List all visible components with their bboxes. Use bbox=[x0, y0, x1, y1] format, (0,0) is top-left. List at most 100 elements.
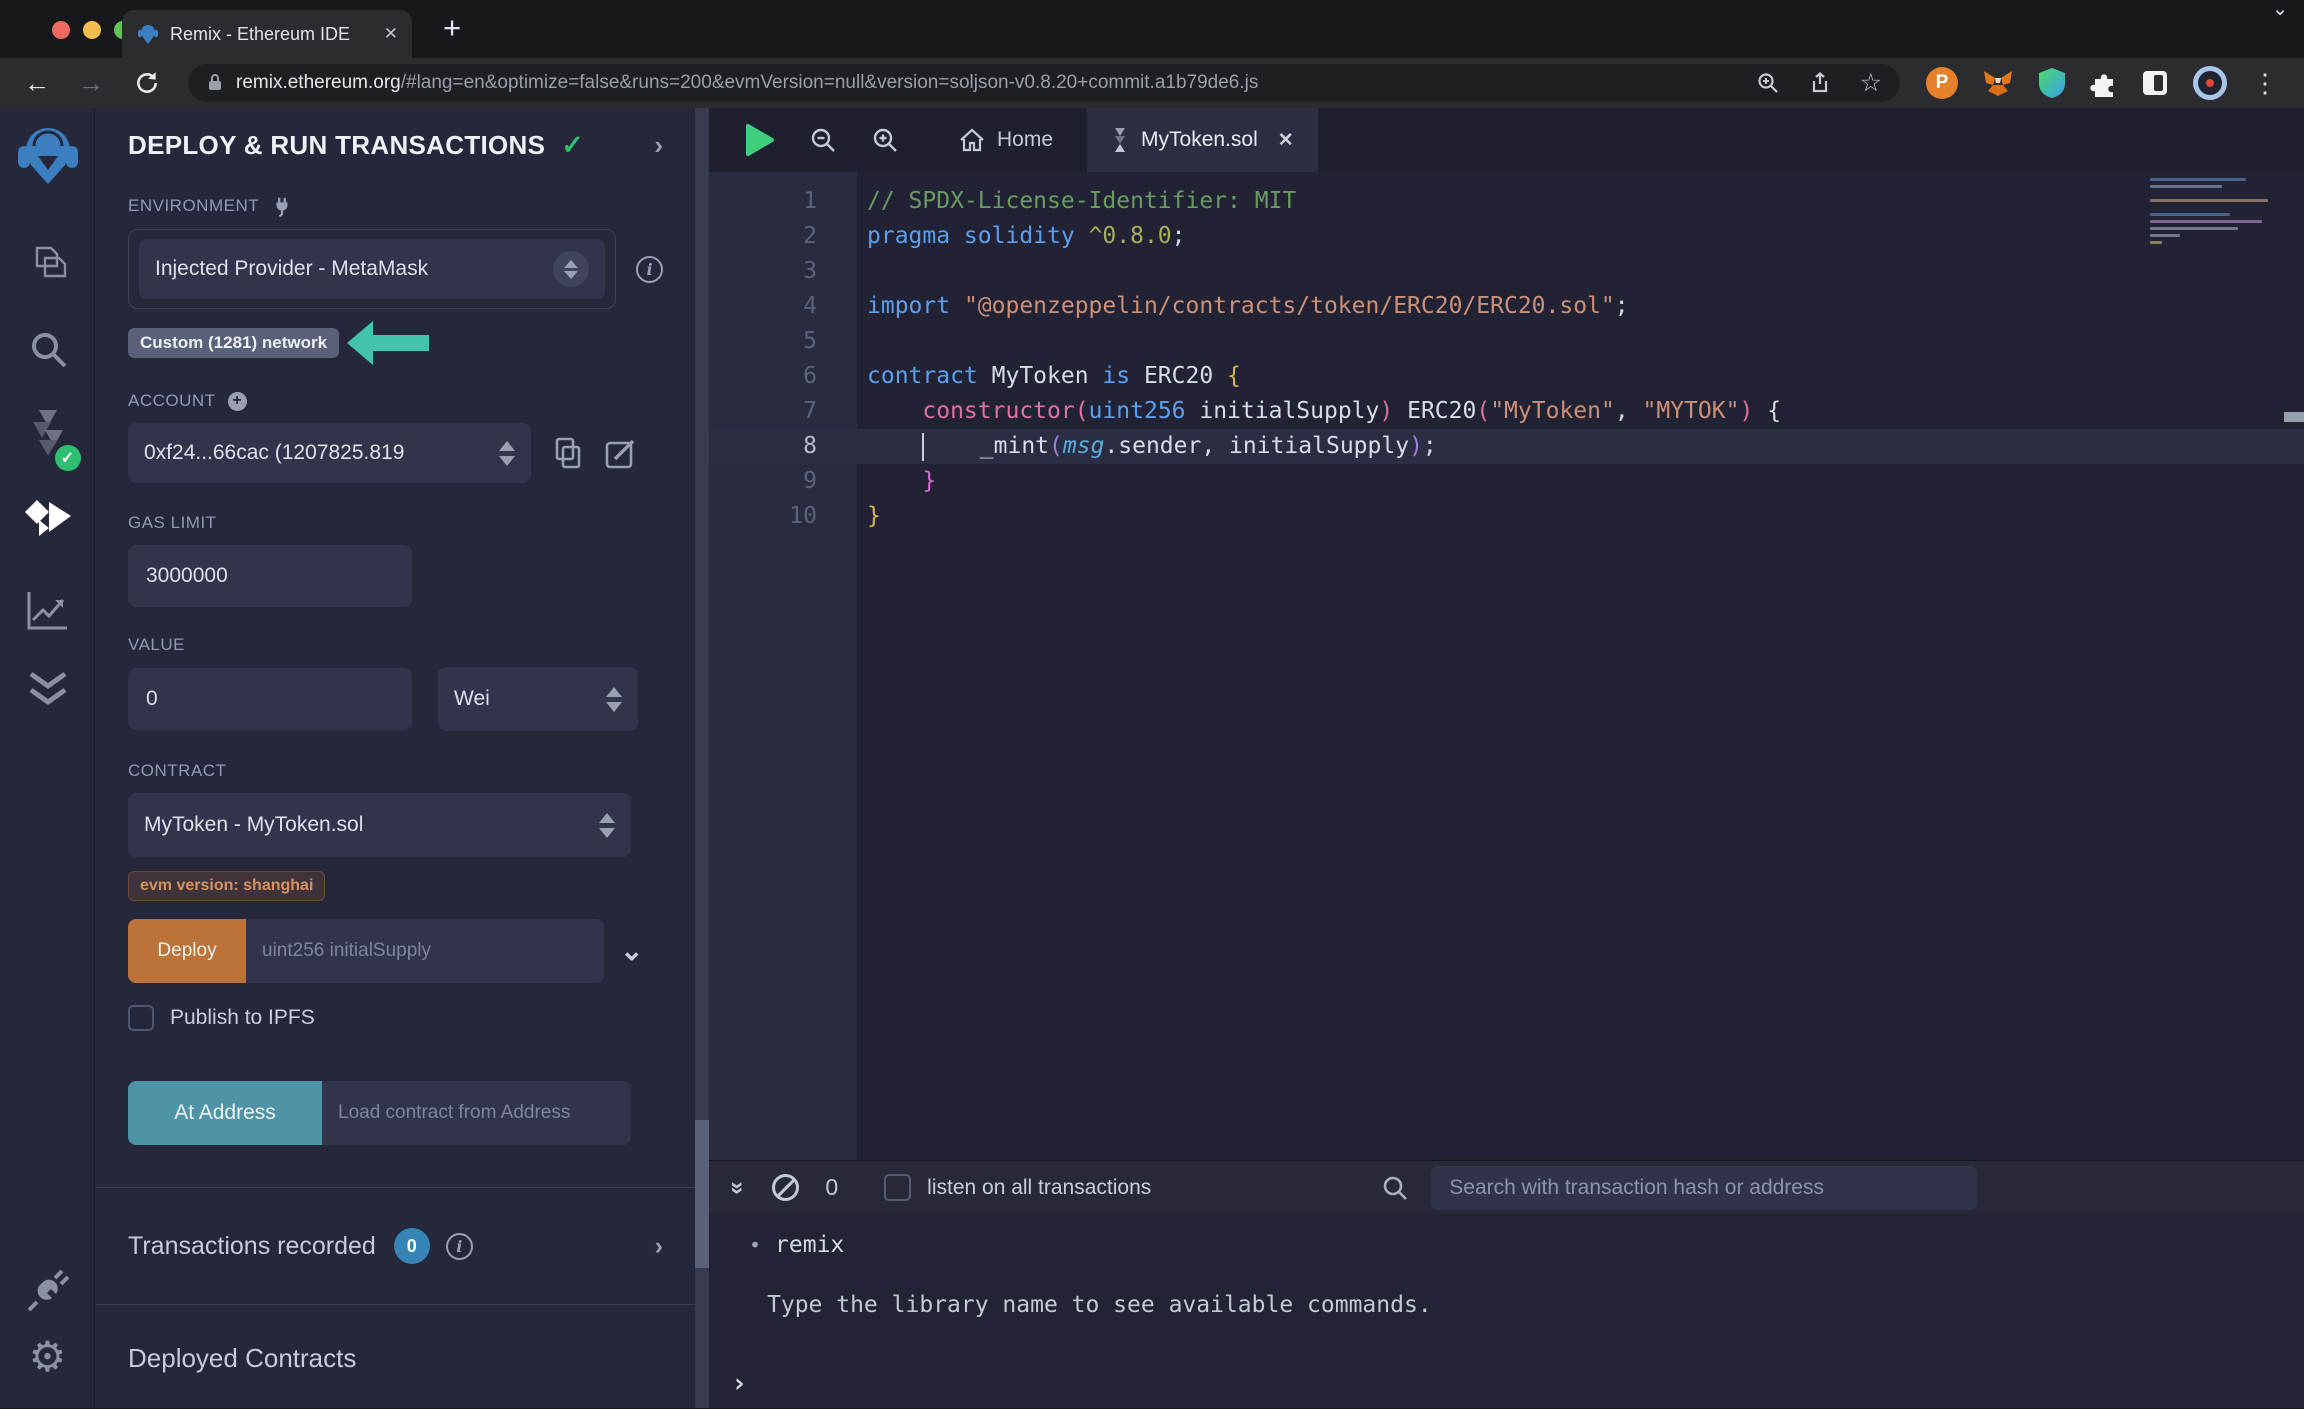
listen-transactions-label: listen on all transactions bbox=[927, 1175, 1152, 1199]
terminal-entry-label: remix bbox=[775, 1232, 845, 1258]
plug-icon bbox=[276, 197, 288, 217]
tab-home[interactable]: Home bbox=[935, 108, 1077, 172]
code-line[interactable]: 9 } bbox=[709, 464, 2304, 499]
back-button[interactable]: ← bbox=[24, 68, 50, 99]
reload-button[interactable] bbox=[134, 70, 160, 96]
sidebar-item-deploy-run[interactable] bbox=[0, 498, 95, 544]
extensions-strip: P ⋮ bbox=[1926, 65, 2278, 101]
panel-title: DEPLOY & RUN TRANSACTIONS bbox=[128, 130, 546, 160]
environment-select[interactable]: Injected Provider - MetaMask bbox=[139, 239, 605, 299]
code-line[interactable]: 6 contract MyToken is ERC20 { bbox=[709, 359, 2304, 394]
lock-icon bbox=[209, 74, 221, 90]
chevron-down-icon[interactable]: ⌄ bbox=[2272, 0, 2288, 21]
new-tab-button[interactable]: + bbox=[443, 10, 461, 46]
sidebar-item-solidity-compiler[interactable]: ✓ bbox=[0, 408, 95, 471]
icon-rail: ✓ ⚙ bbox=[0, 108, 95, 1408]
copy-account-icon[interactable] bbox=[553, 437, 583, 469]
window-controls[interactable] bbox=[52, 21, 132, 39]
plugin-manager-icon[interactable] bbox=[0, 1268, 95, 1314]
sign-message-icon[interactable] bbox=[605, 437, 637, 469]
deploy-button[interactable]: Deploy bbox=[128, 919, 246, 983]
account-select[interactable]: 0xf24...66cac (1207825.819 bbox=[128, 423, 531, 483]
remix-app: ✓ ⚙ DEPLOY & RUN TRANSACTIONS ✓ › ENVIRO… bbox=[0, 108, 2304, 1408]
metamask-extension-icon[interactable] bbox=[1982, 67, 2014, 99]
shield-extension-icon[interactable] bbox=[2038, 67, 2066, 99]
polkadot-extension-icon[interactable]: P bbox=[1926, 67, 1958, 99]
contract-label: CONTRACT bbox=[128, 761, 227, 780]
editor-scrollbar-thumb[interactable] bbox=[2284, 412, 2304, 422]
value-input[interactable] bbox=[128, 668, 412, 730]
zoom-page-icon[interactable] bbox=[1756, 71, 1780, 95]
address-bar[interactable]: remix.ethereum.org /#lang=en&optimize=fa… bbox=[188, 64, 1900, 102]
contract-value: MyToken - MyToken.sol bbox=[144, 813, 364, 836]
terminal-prompt: › bbox=[731, 1368, 748, 1399]
expand-terminal-icon[interactable]: » bbox=[724, 1181, 752, 1194]
environment-info-icon[interactable]: i bbox=[636, 255, 663, 283]
panel-scrollbar-thumb[interactable] bbox=[695, 1120, 709, 1268]
compile-success-badge: ✓ bbox=[54, 445, 81, 471]
code-line[interactable]: 1// SPDX-License-Identifier: MIT bbox=[709, 184, 2304, 219]
zoom-out-icon[interactable] bbox=[809, 126, 837, 154]
window-minimize-button[interactable] bbox=[83, 21, 101, 39]
contract-select[interactable]: MyToken - MyToken.sol bbox=[128, 793, 631, 857]
extensions-puzzle-icon[interactable] bbox=[2090, 69, 2118, 97]
browser-menu-icon[interactable]: ⋮ bbox=[2252, 68, 2278, 99]
profile-avatar[interactable] bbox=[2192, 65, 2228, 101]
value-unit-select[interactable]: Wei bbox=[438, 667, 638, 731]
forward-button[interactable]: → bbox=[78, 68, 104, 99]
share-icon[interactable] bbox=[1808, 71, 1832, 95]
sidebar-toggle-icon[interactable] bbox=[2142, 70, 2168, 96]
environment-select-wrapper: Injected Provider - MetaMask bbox=[128, 229, 616, 309]
browser-tab[interactable]: Remix - Ethereum IDE ✕ bbox=[122, 10, 412, 58]
panel-scrollbar[interactable] bbox=[695, 108, 709, 1408]
publish-ipfs-checkbox[interactable] bbox=[128, 1005, 154, 1031]
tab-close-icon[interactable]: ✕ bbox=[384, 24, 398, 44]
deploy-params-input[interactable] bbox=[246, 919, 604, 983]
line-number: 5 bbox=[803, 328, 817, 354]
transactions-info-icon[interactable]: i bbox=[445, 1232, 473, 1260]
code-lines: 1// SPDX-License-Identifier: MIT 2 pragma … bbox=[709, 184, 2304, 534]
run-script-button[interactable] bbox=[745, 124, 775, 156]
minimap[interactable] bbox=[2150, 178, 2280, 278]
tab-close-icon[interactable]: ✕ bbox=[1278, 129, 1294, 152]
solidity-file-icon bbox=[1115, 128, 1126, 152]
bookmark-star-icon[interactable]: ☆ bbox=[1860, 68, 1882, 98]
settings-gear-icon[interactable]: ⚙ bbox=[0, 1336, 95, 1378]
code-line[interactable]: 10} bbox=[709, 499, 2304, 534]
line-number: 8 bbox=[803, 433, 817, 459]
sidebar-item-unit-testing[interactable] bbox=[0, 668, 95, 710]
at-address-button[interactable]: At Address bbox=[128, 1081, 322, 1145]
remix-logo[interactable] bbox=[0, 122, 95, 194]
code-editor[interactable]: 1// SPDX-License-Identifier: MIT 2 pragma … bbox=[709, 172, 2304, 1160]
terminal-search-input[interactable] bbox=[1431, 1165, 1978, 1210]
panel-collapse-icon[interactable]: › bbox=[654, 130, 663, 161]
zoom-in-icon[interactable] bbox=[871, 126, 899, 154]
code-line[interactable]: 3 bbox=[709, 254, 2304, 289]
publish-ipfs-label: Publish to IPFS bbox=[170, 1006, 315, 1029]
network-badge: Custom (1281) network bbox=[128, 328, 340, 358]
add-account-icon[interactable]: + bbox=[227, 391, 247, 411]
chevron-right-icon[interactable]: › bbox=[655, 1232, 663, 1261]
at-address-input[interactable] bbox=[322, 1081, 631, 1145]
gas-limit-input[interactable] bbox=[128, 545, 412, 607]
code-line[interactable]: 7 constructor(uint256 initialSupply) ERC… bbox=[709, 394, 2304, 429]
url-path: /#lang=en&optimize=false&runs=200&evmVer… bbox=[400, 72, 1259, 93]
sidebar-item-search[interactable] bbox=[0, 326, 95, 372]
code-line[interactable]: 5 bbox=[709, 324, 2304, 359]
code-line[interactable]: 4 import "@openzeppelin/contracts/token/E… bbox=[709, 289, 2304, 324]
window-close-button[interactable] bbox=[52, 21, 70, 39]
line-number: 3 bbox=[803, 258, 817, 284]
clear-console-icon[interactable] bbox=[772, 1174, 800, 1201]
select-arrows-icon bbox=[599, 812, 615, 838]
sidebar-item-file-explorer[interactable] bbox=[0, 240, 95, 286]
code-line[interactable]: 8 _mint(msg.sender, initialSupply); bbox=[709, 429, 2304, 464]
sidebar-item-analytics[interactable] bbox=[0, 586, 95, 632]
transactions-recorded-row[interactable]: Transactions recorded 0 i › bbox=[128, 1188, 663, 1304]
listen-transactions-checkbox[interactable] bbox=[884, 1174, 912, 1201]
tab-mytoken-sol[interactable]: MyToken.sol ✕ bbox=[1087, 108, 1318, 172]
terminal-entry[interactable]: • remix bbox=[709, 1214, 2304, 1258]
expand-params-icon[interactable]: ⌄ bbox=[620, 937, 643, 965]
code-line[interactable]: 2 pragma solidity ^0.8.0; bbox=[709, 219, 2304, 254]
terminal-help-text: Type the library name to see available c… bbox=[767, 1292, 1432, 1318]
line-number: 10 bbox=[789, 503, 817, 529]
